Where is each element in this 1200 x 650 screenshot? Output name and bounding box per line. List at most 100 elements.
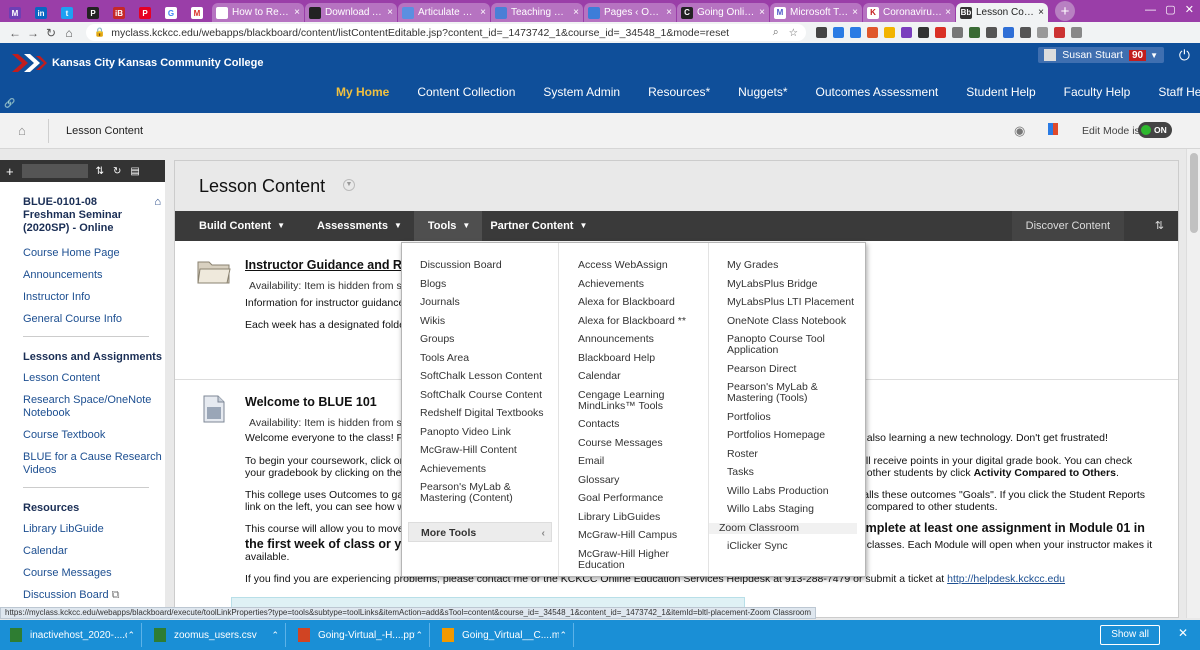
reorder-icon[interactable]: ⇅	[1155, 211, 1164, 241]
assessments-button[interactable]: Assessments ▼	[297, 211, 414, 241]
extension-icon[interactable]	[816, 27, 827, 38]
browser-tab[interactable]: Articulate Story×	[398, 3, 490, 22]
browser-tab[interactable]: Teaching Effectiv×	[491, 3, 583, 22]
extension-icon[interactable]	[969, 27, 980, 38]
tools-menu-item-calendar[interactable]: Calendar	[560, 371, 708, 382]
course-title[interactable]: BLUE-0101-08 Freshman Seminar (2020SP) -…	[0, 182, 165, 235]
chevron-down-icon[interactable]: ▼	[343, 179, 355, 191]
student-preview-icon[interactable]: ◉	[1014, 123, 1025, 139]
extension-icon[interactable]	[952, 27, 963, 38]
tools-menu-item-email[interactable]: Email	[560, 456, 708, 467]
menu-link-library-libguide[interactable]: Library LibGuide	[0, 523, 165, 536]
nav-system-admin[interactable]: System Admin	[529, 83, 634, 113]
tools-menu-item-willo-labs-staging[interactable]: Willo Labs Staging	[709, 504, 865, 515]
pinned-tab-ib[interactable]: iB	[108, 4, 130, 22]
add-menu-item-icon[interactable]: +	[6, 164, 14, 179]
extension-icon[interactable]	[1037, 27, 1048, 38]
tools-menu-item-contacts[interactable]: Contacts	[560, 419, 708, 430]
notification-badge[interactable]: 90	[1128, 49, 1147, 61]
tools-menu-item-willo-labs-production[interactable]: Willo Labs Production	[709, 485, 865, 497]
tools-menu-item-portfolios-homepage[interactable]: Portfolios Homepage	[709, 430, 865, 441]
tools-menu-item-mylabsplus-lti-placement[interactable]: MyLabsPlus LTI Placement	[709, 297, 865, 308]
bookmark-star-icon[interactable]: ☆	[789, 27, 798, 39]
menu-link-calendar[interactable]: Calendar	[0, 545, 165, 558]
address-bar[interactable]: 🔒 myclass.kckcc.edu/webapps/blackboard/c…	[86, 24, 806, 41]
menu-link-general-course-info[interactable]: General Course Info	[0, 313, 165, 326]
tools-menu-item-panopto-video-link[interactable]: Panopto Video Link	[402, 426, 558, 438]
sort-icon[interactable]: ⇅	[96, 166, 104, 177]
chevron-up-icon[interactable]: ⌃	[559, 630, 567, 641]
menu-link-course-home[interactable]: Course Home Page	[0, 247, 165, 260]
extension-icon[interactable]	[901, 27, 912, 38]
tools-menu-item-blogs[interactable]: Blogs	[402, 278, 558, 290]
reload-icon[interactable]: ↻	[42, 26, 60, 40]
extension-icon[interactable]	[867, 27, 878, 38]
build-content-button[interactable]: Build Content ▼	[175, 211, 297, 241]
close-icon[interactable]: ×	[573, 7, 579, 18]
tools-menu-item-softchalk-course-content[interactable]: SoftChalk Course Content	[402, 389, 558, 401]
pinned-tab-pinterest[interactable]: P	[134, 4, 156, 22]
nav-content-collection[interactable]: Content Collection	[403, 83, 529, 113]
tools-menu-item-roster[interactable]: Roster	[709, 448, 865, 460]
pinned-tab-twitter[interactable]: t	[56, 4, 78, 22]
refresh-icon[interactable]: ↻	[113, 166, 121, 177]
close-icon[interactable]: ×	[945, 7, 951, 18]
chevron-up-icon[interactable]: ⌃	[415, 630, 423, 641]
show-all-downloads-button[interactable]: Show all	[1100, 625, 1160, 645]
close-icon[interactable]: ×	[1038, 7, 1044, 18]
item-title-link[interactable]: Instructor Guidance and Re	[245, 258, 409, 272]
tools-menu-item-cengage-learning-mindlinks-tools[interactable]: Cengage Learning MindLinks™ Tools	[560, 389, 708, 412]
tools-menu-item-alexa-for-blackboard[interactable]: Alexa for Blackboard	[560, 297, 708, 308]
menu-link-discussion-board[interactable]: Discussion Board ⧉	[0, 589, 165, 602]
download-item[interactable]: zoomus_users.csv ⌃	[148, 623, 286, 647]
tools-menu-item-mcgraw-hill-campus[interactable]: McGraw-Hill Campus	[560, 530, 708, 541]
tools-menu-item-portfolios[interactable]: Portfolios	[709, 411, 865, 423]
link-icon[interactable]: 🔗	[4, 98, 15, 109]
download-item[interactable]: Going_Virtual__C....mp4⌃	[436, 623, 574, 647]
extension-icon[interactable]	[935, 27, 946, 38]
tools-menu-item-mcgraw-hill-content[interactable]: McGraw-Hill Content	[402, 445, 558, 456]
edit-mode-toggle[interactable]: ON	[1138, 122, 1172, 138]
menu-link-lesson-content[interactable]: Lesson Content	[0, 372, 165, 385]
scrollbar-thumb[interactable]	[1190, 153, 1198, 233]
user-menu[interactable]: Susan Stuart 90 ▼	[1038, 47, 1164, 63]
download-item[interactable]: inactivehost_2020-....csv⌃	[4, 623, 142, 647]
extension-icon[interactable]	[1054, 27, 1065, 38]
tools-menu-item-wikis[interactable]: Wikis	[402, 315, 558, 327]
tools-menu-item-blackboard-help[interactable]: Blackboard Help	[560, 352, 708, 364]
partner-content-button[interactable]: Partner Content ▼	[482, 211, 599, 241]
browser-tab[interactable]: How to Respond×	[212, 3, 304, 22]
extension-icon[interactable]	[1071, 27, 1082, 38]
close-icon[interactable]: ×	[294, 7, 300, 18]
tools-menu-item-glossary[interactable]: Glossary	[560, 474, 708, 486]
pinned-tab-p[interactable]: P	[82, 4, 104, 22]
forward-icon[interactable]: →	[24, 26, 42, 40]
close-icon[interactable]: ×	[666, 7, 672, 18]
tools-menu-item-zoom-classroom[interactable]: Zoom Classroom	[709, 522, 857, 534]
browser-tab[interactable]: CGoing Online in×	[677, 3, 769, 22]
nav-my-home[interactable]: My Home	[322, 83, 403, 125]
logout-icon[interactable]: ⏻	[1179, 47, 1190, 64]
menu-link-announcements[interactable]: Announcements	[0, 269, 165, 282]
close-icon[interactable]: ×	[759, 7, 765, 18]
window-controls[interactable]: — ▢ ✕	[1145, 3, 1194, 16]
extension-icon[interactable]	[1003, 27, 1014, 38]
tools-menu-item-tasks[interactable]: Tasks	[709, 467, 865, 478]
browser-tab[interactable]: Download Article×	[305, 3, 397, 22]
nav-resources[interactable]: Resources*	[634, 83, 724, 113]
tools-button[interactable]: Tools ▼	[413, 211, 483, 241]
browser-tab[interactable]: Pages ‹ Online E×	[584, 3, 676, 22]
tools-menu-item-onenote-class-notebook[interactable]: OneNote Class Notebook	[709, 315, 865, 327]
tools-menu-item-achievements[interactable]: Achievements	[402, 463, 558, 475]
close-icon[interactable]: ×	[387, 7, 393, 18]
search-icon[interactable]: ⌕	[773, 26, 779, 39]
tools-menu-item-pearson-direct[interactable]: Pearson Direct	[709, 363, 865, 375]
download-item[interactable]: Going-Virtual_-H....pptx ⌃	[292, 623, 430, 647]
tools-menu-item-goal-performance[interactable]: Goal Performance	[560, 493, 708, 504]
tools-menu-item-journals[interactable]: Journals	[402, 297, 558, 308]
page-scrollbar[interactable]	[1186, 149, 1200, 618]
tools-menu-item-redshelf-digital-textbooks[interactable]: Redshelf Digital Textbooks	[402, 408, 558, 419]
tools-menu-item-discussion-board[interactable]: Discussion Board	[402, 260, 558, 271]
extension-icon[interactable]	[850, 27, 861, 38]
tools-menu-item-mylabsplus-bridge[interactable]: MyLabsPlus Bridge	[709, 278, 865, 290]
